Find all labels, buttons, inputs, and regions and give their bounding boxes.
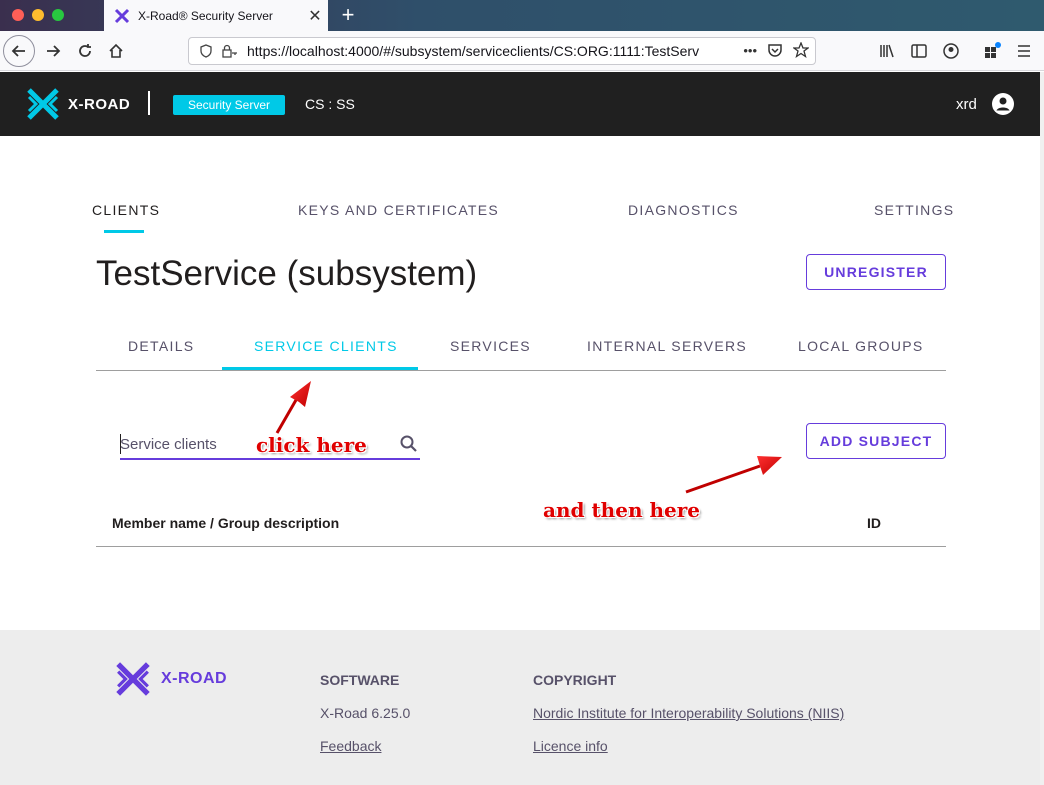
tab-local-groups[interactable]: LOCAL GROUPS [798,338,924,354]
nav-keys-and-certificates[interactable]: KEYS AND CERTIFICATES [298,202,499,218]
browser-tab-bar: X-Road® Security Server ✕ + [0,0,1044,31]
tab-service-clients[interactable]: SERVICE CLIENTS [254,338,398,354]
library-icon [880,44,894,58]
new-tab-button[interactable]: + [336,2,360,28]
maximize-window-button[interactable] [52,9,64,21]
browser-tab[interactable]: X-Road® Security Server ✕ [104,0,328,31]
tabs-divider [96,370,946,371]
column-header-member-name[interactable]: Member name / Group description [112,515,339,531]
user-account-icon[interactable] [992,93,1014,115]
unregister-button[interactable]: UNREGISTER [806,254,946,290]
extensions-icon [985,42,1001,58]
footer-feedback-link[interactable]: Feedback [320,738,381,754]
url-bar[interactable]: https://localhost:4000/#/subsystem/servi… [188,37,816,65]
tab-active-indicator [222,367,418,370]
home-icon [109,43,123,58]
footer-copyright-heading: COPYRIGHT [533,672,617,688]
column-header-id[interactable]: ID [867,515,881,531]
footer: X-ROAD SOFTWARE X-Road 6.25.0 Feedback C… [0,630,1044,785]
user-name[interactable]: xrd [956,96,977,113]
app-root: X-Road® Security Server ✕ + https://loca… [0,0,1044,785]
bookmark-star-icon[interactable] [793,42,809,58]
hamburger-menu-icon [1018,45,1030,57]
menu-button[interactable] [1009,36,1039,66]
nav-active-indicator [104,230,144,233]
shield-icon[interactable] [197,42,215,60]
logo-text: X-ROAD [68,95,131,113]
sidebar-icon [911,44,927,58]
footer-niis-link[interactable]: Nordic Institute for Interoperability So… [533,705,844,721]
url-actions: ••• [743,42,809,58]
reload-icon [79,44,91,57]
sidebar-button[interactable] [904,36,934,66]
annotation-click-here: click here [256,433,367,457]
annotation-arrow-up [275,381,311,434]
xroad-favicon-icon [114,8,130,23]
tab-details[interactable]: DETAILS [128,338,194,354]
footer-licence-link[interactable]: Licence info [533,738,608,754]
xroad-logo[interactable]: X-ROAD [26,88,130,120]
nav-settings[interactable]: SETTINGS [874,202,954,218]
tab-internal-servers[interactable]: INTERNAL SERVERS [587,338,747,354]
close-window-button[interactable] [12,9,24,21]
account-circle-icon [943,43,959,59]
security-server-badge: Security Server [173,95,285,115]
minimize-window-button[interactable] [32,9,44,21]
footer-logo: X-ROAD [115,662,227,696]
home-button[interactable] [101,36,131,66]
annotation-then-here: and then here [543,498,700,522]
reload-button[interactable] [70,36,100,66]
add-subject-button[interactable]: ADD SUBJECT [806,423,946,459]
tab-services[interactable]: SERVICES [450,338,531,354]
footer-version: X-Road 6.25.0 [320,705,411,721]
tab-close-icon[interactable]: ✕ [302,6,328,26]
arrow-left-icon [11,45,25,57]
footer-logo-text: X-ROAD [161,670,228,687]
xroad-logo-icon [27,88,59,120]
arrow-right-icon [47,45,61,57]
pocket-icon[interactable] [767,42,783,58]
header-divider [148,91,150,115]
extensions-button[interactable] [977,36,1007,66]
browser-toolbar: https://localhost:4000/#/subsystem/servi… [0,31,1044,71]
text-caret [120,434,121,454]
lock-warning-icon[interactable] [221,42,239,60]
page-actions-icon[interactable]: ••• [743,43,757,58]
nav-clients[interactable]: CLIENTS [92,202,160,218]
library-button[interactable] [872,36,902,66]
forward-button[interactable] [38,36,68,66]
app-header: X-ROAD Security Server CS : SS xrd [0,72,1044,136]
search-icon[interactable] [399,434,419,454]
instance-label: CS : SS [305,96,355,112]
xroad-footer-logo-icon [116,662,150,696]
account-button[interactable] [936,36,966,66]
footer-software-heading: SOFTWARE [320,672,400,688]
back-button[interactable] [3,35,35,67]
nav-diagnostics[interactable]: DIAGNOSTICS [628,202,739,218]
tab-title: X-Road® Security Server [138,8,273,23]
annotation-arrow-right [685,456,782,494]
page-title: TestService (subsystem) [96,254,478,293]
table-header-divider [96,546,946,547]
scrollbar-track[interactable] [1040,72,1044,785]
url-text[interactable]: https://localhost:4000/#/subsystem/servi… [247,43,703,59]
